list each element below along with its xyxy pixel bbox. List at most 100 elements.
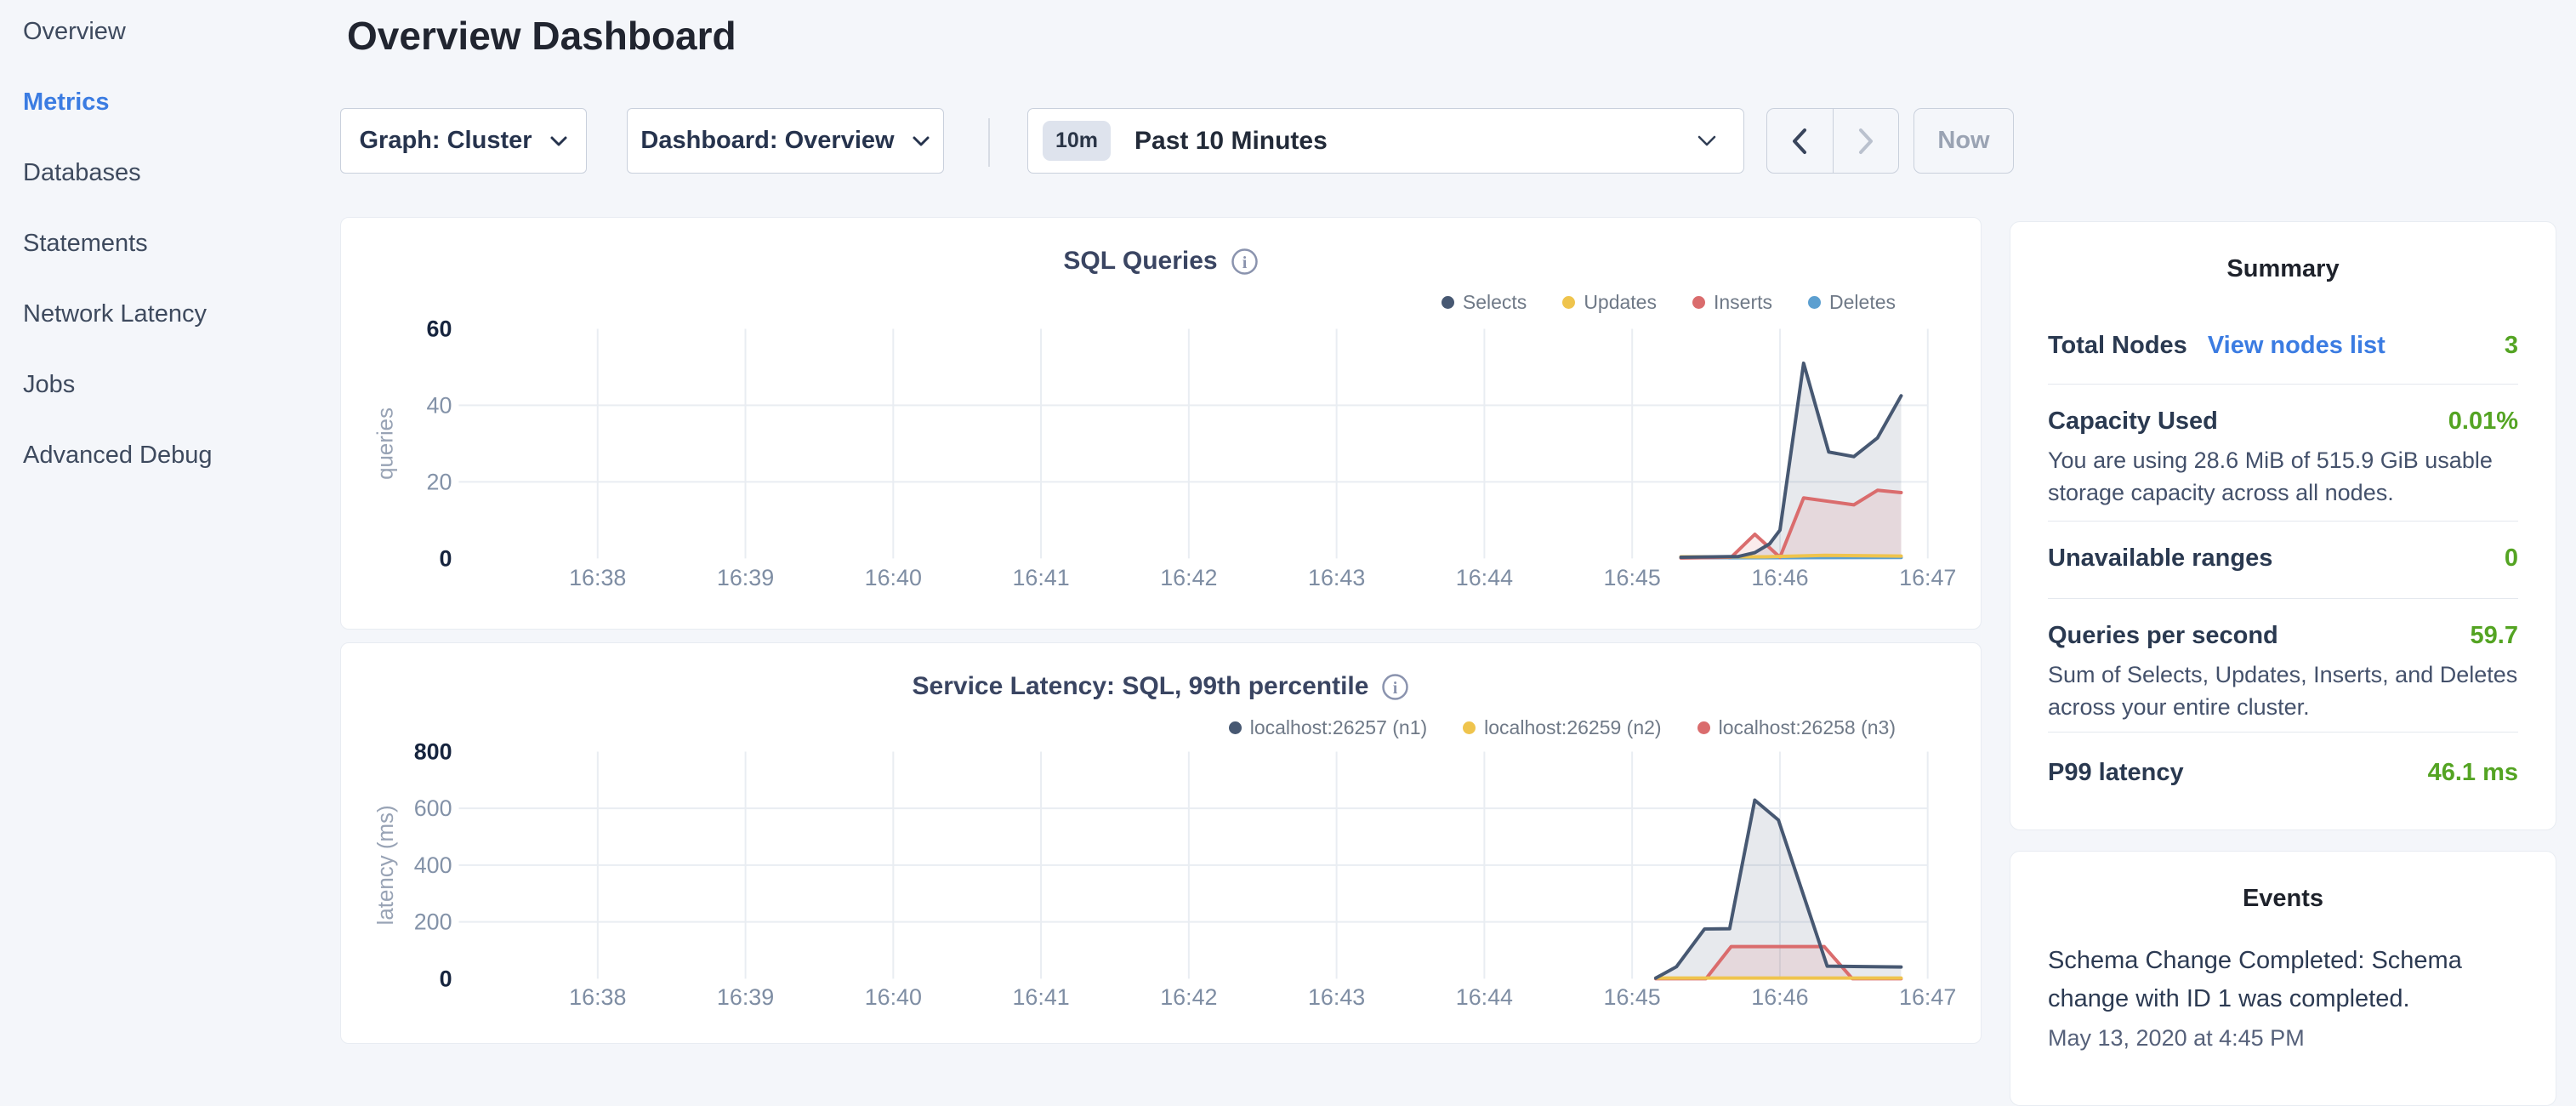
legend-label: Updates <box>1584 291 1657 314</box>
x-tick-label: 16:40 <box>865 565 922 590</box>
metrics-page: Overview Metrics Databases Statements Ne… <box>0 0 2576 1052</box>
x-tick-label: 16:43 <box>1308 984 1365 1010</box>
svg-text:i: i <box>1393 679 1398 698</box>
info-icon[interactable]: i <box>1381 673 1409 701</box>
legend-item[interactable]: localhost:26258 (n3) <box>1697 716 1896 739</box>
chart-title: SQL Queries i <box>341 247 1981 276</box>
legend-dot-icon <box>1697 721 1710 734</box>
x-tick-label: 16:38 <box>569 565 626 590</box>
legend-item[interactable]: localhost:26259 (n2) <box>1463 716 1661 739</box>
graph-scope-dropdown[interactable]: Graph: Cluster <box>340 108 587 174</box>
legend-label: Inserts <box>1714 291 1772 314</box>
x-tick-label: 16:44 <box>1456 984 1513 1010</box>
events-panel: Events Schema Change Completed: Schema c… <box>2010 851 2556 1106</box>
summary-divider <box>2048 598 2518 599</box>
time-prev-button[interactable] <box>1767 109 1834 173</box>
legend-label: Deletes <box>1829 291 1896 314</box>
sidebar-item-databases[interactable]: Databases <box>0 138 336 208</box>
chart-legend: localhost:26257 (n1) localhost:26259 (n2)… <box>1229 716 1896 739</box>
info-icon[interactable]: i <box>1231 248 1259 276</box>
sidebar-item-jobs[interactable]: Jobs <box>0 350 336 420</box>
legend-label: localhost:26257 (n1) <box>1250 716 1427 739</box>
sidebar-item-statements[interactable]: Statements <box>0 208 336 279</box>
x-tick-label: 16:39 <box>717 984 774 1010</box>
chevron-down-icon <box>912 135 930 147</box>
dashboard-dropdown[interactable]: Dashboard: Overview <box>627 108 944 174</box>
y-tick-label: 40 <box>427 392 452 418</box>
chart-title: Service Latency: SQL, 99th percentile i <box>341 672 1981 701</box>
legend-item[interactable]: localhost:26257 (n1) <box>1229 716 1427 739</box>
sql-queries-plot: 16:3816:3916:4016:4116:4216:4316:4416:45… <box>341 218 1981 629</box>
sidebar-item-overview[interactable]: Overview <box>0 0 336 67</box>
y-tick-label: 200 <box>414 909 452 935</box>
y-tick-label: 0 <box>440 966 452 991</box>
time-range-dropdown[interactable]: 10m Past 10 Minutes <box>1027 108 1744 174</box>
sidebar-item-advanced-debug[interactable]: Advanced Debug <box>0 420 336 491</box>
event-item-text[interactable]: Schema Change Completed: Schema change w… <box>2048 942 2518 1018</box>
chevron-left-icon <box>1790 127 1809 156</box>
y-tick-label: 60 <box>427 316 452 341</box>
now-button[interactable]: Now <box>1914 108 2014 174</box>
sidebar-item-network-latency[interactable]: Network Latency <box>0 279 336 350</box>
p99-latency-value: 46.1 ms <box>2428 755 2518 790</box>
legend-label: Selects <box>1463 291 1527 314</box>
summary-divider <box>2048 384 2518 385</box>
x-tick-label: 16:45 <box>1604 565 1661 590</box>
chart-title-text: SQL Queries <box>1063 247 1217 276</box>
legend-item[interactable]: Updates <box>1562 291 1657 314</box>
x-tick-label: 16:46 <box>1751 984 1808 1010</box>
y-axis-label: latency (ms) <box>374 805 398 925</box>
capacity-used-label: Capacity Used <box>2048 403 2218 439</box>
legend-label: localhost:26259 (n2) <box>1484 716 1661 739</box>
events-title: Events <box>2048 884 2518 913</box>
x-tick-label: 16:39 <box>717 565 774 590</box>
y-tick-label: 800 <box>414 738 452 764</box>
x-tick-label: 16:41 <box>1012 984 1069 1010</box>
unavailable-ranges-label: Unavailable ranges <box>2048 540 2272 576</box>
legend-dot-icon <box>1463 721 1476 734</box>
summary-title: Summary <box>2048 254 2518 283</box>
service-latency-plot: 16:3816:3916:4016:4116:4216:4316:4416:45… <box>341 643 1981 1043</box>
time-range-label: Past 10 Minutes <box>1134 127 1328 156</box>
y-tick-label: 20 <box>427 469 452 494</box>
chevron-right-icon <box>1857 127 1875 156</box>
summary-divider <box>2048 732 2518 733</box>
total-nodes-label: Total Nodes <box>2048 328 2187 363</box>
x-tick-label: 16:41 <box>1012 565 1069 590</box>
y-axis-label: queries <box>374 408 398 480</box>
capacity-description: You are using 28.6 MiB of 515.9 GiB usab… <box>2048 444 2518 509</box>
chevron-down-icon <box>549 135 568 147</box>
qps-value: 59.7 <box>2471 618 2518 653</box>
sidebar: Overview Metrics Databases Statements Ne… <box>0 0 336 1052</box>
x-tick-label: 16:38 <box>569 984 626 1010</box>
legend-dot-icon <box>1808 296 1821 309</box>
graph-scope-label: Graph: Cluster <box>359 127 532 155</box>
y-tick-label: 400 <box>414 852 452 878</box>
summary-panel: Summary Total Nodes View nodes list 3 Ca… <box>2010 221 2556 830</box>
time-next-button[interactable] <box>1834 109 1899 173</box>
dashboard-label: Dashboard: Overview <box>640 127 894 155</box>
legend-item[interactable]: Selects <box>1442 291 1527 314</box>
y-tick-label: 600 <box>414 795 452 821</box>
summary-row-unavailable: Unavailable ranges 0 <box>2048 540 2518 576</box>
view-nodes-list-link[interactable]: View nodes list <box>2208 328 2386 363</box>
summary-divider <box>2048 521 2518 522</box>
legend-item[interactable]: Inserts <box>1692 291 1772 314</box>
y-tick-label: 0 <box>439 545 452 571</box>
summary-row-capacity: Capacity Used 0.01% <box>2048 403 2518 439</box>
qps-description: Sum of Selects, Updates, Inserts, and De… <box>2048 658 2518 723</box>
summary-row-total-nodes: Total Nodes View nodes list 3 <box>2048 328 2518 363</box>
page-title: Overview Dashboard <box>347 10 736 61</box>
x-tick-label: 16:42 <box>1160 984 1217 1010</box>
service-latency-chart-card: 16:3816:3916:4016:4116:4216:4316:4416:45… <box>340 642 1982 1044</box>
legend-dot-icon <box>1229 721 1242 734</box>
x-tick-label: 16:47 <box>1899 565 1956 590</box>
sidebar-item-metrics[interactable]: Metrics <box>0 67 336 138</box>
legend-item[interactable]: Deletes <box>1808 291 1896 314</box>
capacity-used-value: 0.01% <box>2448 403 2518 439</box>
summary-row-p99: P99 latency 46.1 ms <box>2048 755 2518 790</box>
total-nodes-value: 3 <box>2505 328 2518 363</box>
x-tick-label: 16:44 <box>1456 565 1513 590</box>
x-tick-label: 16:45 <box>1604 984 1661 1010</box>
x-tick-label: 16:43 <box>1308 565 1365 590</box>
